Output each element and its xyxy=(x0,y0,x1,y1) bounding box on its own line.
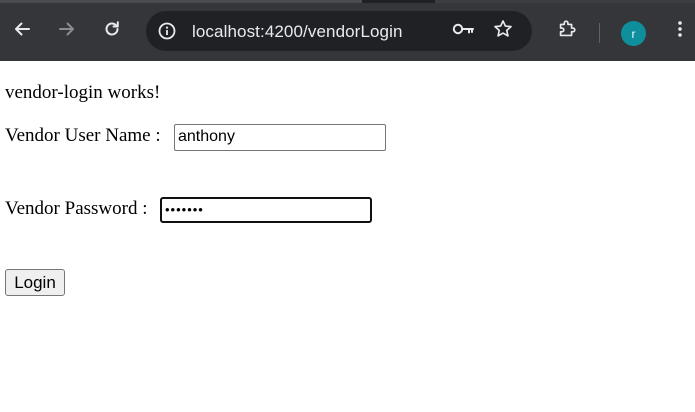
password-manager-button[interactable] xyxy=(451,19,475,43)
profile-avatar[interactable]: r xyxy=(621,21,646,46)
browser-toolbar: localhost:4200/vendorLogin r xyxy=(0,0,695,61)
toolbar-divider xyxy=(599,23,600,43)
url-text: localhost:4200/vendorLogin xyxy=(192,22,403,42)
password-input[interactable]: ••••••• xyxy=(160,197,372,223)
login-button-label: Login xyxy=(14,272,56,292)
more-vert-icon xyxy=(670,19,690,44)
back-arrow-icon xyxy=(12,19,32,44)
star-icon xyxy=(492,18,514,45)
forward-button[interactable] xyxy=(51,15,83,47)
inactive-tab-edge xyxy=(435,0,695,3)
password-label: Vendor Password : xyxy=(5,198,148,219)
username-label: Vendor User Name : xyxy=(5,125,161,146)
extensions-button[interactable] xyxy=(551,15,583,47)
extensions-puzzle-icon xyxy=(556,18,578,45)
active-tab-edge xyxy=(0,0,362,3)
avatar-letter: r xyxy=(631,26,636,41)
page-content: vendor-login works! Vendor User Name : a… xyxy=(0,61,695,412)
menu-button[interactable] xyxy=(664,15,695,47)
key-icon xyxy=(451,17,475,46)
back-button[interactable] xyxy=(6,15,38,47)
page-heading: vendor-login works! xyxy=(5,82,161,103)
url-path: :4200/vendorLogin xyxy=(260,22,403,41)
forward-arrow-icon xyxy=(57,19,77,44)
password-value: ••••••• xyxy=(165,202,204,217)
login-button[interactable]: Login xyxy=(5,269,65,296)
reload-button[interactable] xyxy=(96,15,128,47)
username-value: anthony xyxy=(178,128,235,145)
url-host: localhost xyxy=(192,22,260,41)
address-bar[interactable]: localhost:4200/vendorLogin xyxy=(146,11,532,51)
username-input[interactable]: anthony xyxy=(174,124,386,151)
bookmark-button[interactable] xyxy=(491,19,515,43)
site-info-icon[interactable] xyxy=(155,19,179,43)
reload-icon xyxy=(102,19,122,44)
